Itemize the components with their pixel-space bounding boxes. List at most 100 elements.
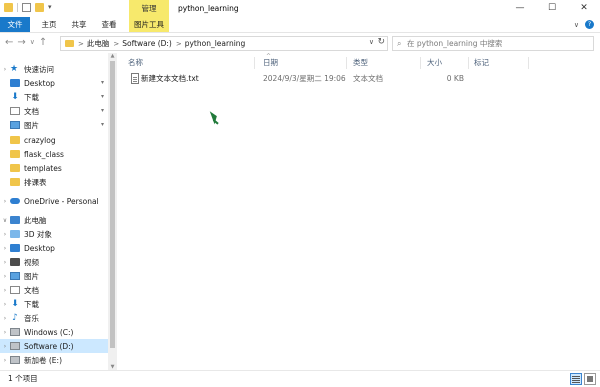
- nav-onedrive[interactable]: › OneDrive - Personal: [0, 194, 108, 208]
- refresh-icon[interactable]: ↻: [377, 37, 385, 47]
- chevron-down-icon[interactable]: ∨: [574, 21, 579, 29]
- expand-icon[interactable]: ›: [0, 315, 10, 322]
- column-divider[interactable]: [254, 57, 255, 69]
- expand-icon[interactable]: ›: [0, 259, 10, 266]
- expand-icon[interactable]: ›: [0, 198, 10, 205]
- large-icons-view-icon[interactable]: [584, 373, 596, 385]
- chevron-right-icon[interactable]: >: [176, 40, 182, 48]
- column-header-date[interactable]: 日期: [263, 56, 278, 70]
- file-date: 2024/9/3/星期二 19:06: [263, 74, 346, 83]
- table-row[interactable]: 新建文本文档.txt 2024/9/3/星期二 19:06 文本文档 0 KB: [126, 71, 596, 86]
- music-icon: ♪: [12, 313, 18, 323]
- picture-icon: [10, 272, 20, 280]
- search-box[interactable]: ⌕: [392, 36, 594, 51]
- nav-item-label: templates: [24, 163, 62, 173]
- nav-this-pc[interactable]: ∨ 此电脑: [0, 213, 108, 227]
- file-type: 文本文档: [353, 74, 383, 83]
- address-history-dropdown-icon[interactable]: ∨: [369, 38, 374, 46]
- onedrive-icon: [10, 198, 20, 204]
- expand-icon[interactable]: ›: [0, 273, 10, 280]
- nav-quick-access[interactable]: › ★ 快速访问: [0, 62, 108, 76]
- expand-icon[interactable]: ›: [0, 329, 10, 336]
- nav-music[interactable]: › ♪ 音乐: [0, 311, 108, 325]
- customize-dropdown-icon[interactable]: ▾: [48, 3, 57, 12]
- chevron-right-icon[interactable]: >: [113, 40, 119, 48]
- column-divider[interactable]: [468, 57, 469, 69]
- nav-item-label: 图片: [24, 271, 39, 281]
- divider: [17, 3, 18, 12]
- nav-desktop[interactable]: › Desktop: [0, 241, 108, 255]
- up-arrow-icon[interactable]: ↑: [39, 37, 47, 48]
- nav-quick-documents[interactable]: 文档 ▾: [0, 104, 108, 118]
- help-icon[interactable]: ?: [585, 20, 594, 29]
- nav-quick-desktop[interactable]: Desktop ▾: [0, 76, 108, 90]
- scrollbar-thumb[interactable]: [110, 61, 115, 348]
- file-list-view[interactable]: ^ 名称 日期 类型 大小 标记 新建文本文档.txt 2024/9/3/星期二…: [118, 53, 600, 370]
- nav-crazylog[interactable]: crazylog: [0, 133, 108, 147]
- file-name[interactable]: 新建文本文档.txt: [141, 71, 199, 86]
- pin-icon: ▾: [100, 79, 104, 86]
- nav-3d-objects[interactable]: › 3D 对象: [0, 227, 108, 241]
- expand-icon[interactable]: ›: [0, 66, 10, 73]
- properties-icon[interactable]: [22, 3, 31, 12]
- nav-quick-downloads[interactable]: ⬇ 下载 ▾: [0, 90, 108, 104]
- forward-arrow-icon[interactable]: →: [17, 37, 25, 48]
- back-arrow-icon[interactable]: ←: [5, 37, 13, 48]
- chevron-right-icon[interactable]: >: [78, 40, 84, 48]
- search-input[interactable]: [407, 38, 587, 49]
- column-header-tags[interactable]: 标记: [474, 56, 489, 70]
- nav-schedule[interactable]: 排课表: [0, 175, 108, 189]
- maximize-button[interactable]: ☐: [536, 0, 568, 17]
- tab-file[interactable]: 文件: [0, 17, 30, 32]
- column-divider[interactable]: [420, 57, 421, 69]
- window-title: python_learning: [178, 4, 239, 13]
- expand-icon[interactable]: ›: [0, 343, 10, 350]
- column-divider[interactable]: [346, 57, 347, 69]
- collapse-icon[interactable]: ∨: [0, 217, 10, 224]
- breadcrumb-python-learning[interactable]: python_learning: [185, 39, 246, 48]
- column-header-name[interactable]: 名称: [128, 56, 143, 70]
- manage-tab[interactable]: 管理: [129, 0, 169, 17]
- nav-item-label: 图片: [24, 120, 39, 130]
- nav-flask-class[interactable]: flask_class: [0, 147, 108, 161]
- view-switcher: [570, 373, 596, 385]
- new-folder-icon[interactable]: [35, 3, 44, 12]
- tab-picture-tools[interactable]: 图片工具: [129, 17, 169, 32]
- nav-downloads[interactable]: › ⬇ 下载: [0, 297, 108, 311]
- nav-templates[interactable]: templates: [0, 161, 108, 175]
- scroll-up-icon[interactable]: ▲: [108, 53, 117, 59]
- minimize-button[interactable]: —: [504, 0, 536, 17]
- navigation-buttons: ← → ∨ ↑: [5, 37, 47, 48]
- tab-view[interactable]: 查看: [96, 17, 122, 32]
- nav-item-label: 文档: [24, 106, 39, 116]
- nav-item-label: 3D 对象: [24, 229, 52, 239]
- close-button[interactable]: ✕: [568, 0, 600, 17]
- address-bar[interactable]: > 此电脑 > Software (D:) > python_learning …: [60, 36, 388, 51]
- nav-software-d[interactable]: › Software (D:): [0, 339, 108, 353]
- expand-icon[interactable]: ›: [0, 301, 10, 308]
- expand-icon[interactable]: ›: [0, 357, 10, 364]
- column-divider[interactable]: [528, 57, 529, 69]
- folder-icon: [4, 3, 13, 12]
- tab-home[interactable]: 主页: [36, 17, 62, 32]
- nav-videos[interactable]: › 视频: [0, 255, 108, 269]
- item-count: 1 个项目: [8, 374, 38, 383]
- column-header-size[interactable]: 大小: [427, 56, 442, 70]
- nav-new-volume-e[interactable]: › 新加卷 (E:): [0, 353, 108, 367]
- nav-pictures[interactable]: › 图片: [0, 269, 108, 283]
- expand-icon[interactable]: ›: [0, 231, 10, 238]
- nav-quick-pictures[interactable]: 图片 ▾: [0, 118, 108, 132]
- details-view-icon[interactable]: [570, 373, 582, 385]
- expand-icon[interactable]: ›: [0, 245, 10, 252]
- expand-icon[interactable]: ›: [0, 287, 10, 294]
- breadcrumb-this-pc[interactable]: 此电脑: [87, 38, 110, 49]
- document-icon: [10, 286, 20, 294]
- column-header-type[interactable]: 类型: [353, 56, 368, 70]
- nav-documents[interactable]: › 文档: [0, 283, 108, 297]
- nav-windows-c[interactable]: › Windows (C:): [0, 325, 108, 339]
- tab-share[interactable]: 共享: [66, 17, 92, 32]
- recent-locations-icon[interactable]: ∨: [30, 37, 35, 48]
- navigation-scrollbar[interactable]: ▲ ▼: [108, 53, 117, 370]
- breadcrumb-software-d[interactable]: Software (D:): [122, 39, 172, 48]
- window-controls: — ☐ ✕: [504, 0, 600, 17]
